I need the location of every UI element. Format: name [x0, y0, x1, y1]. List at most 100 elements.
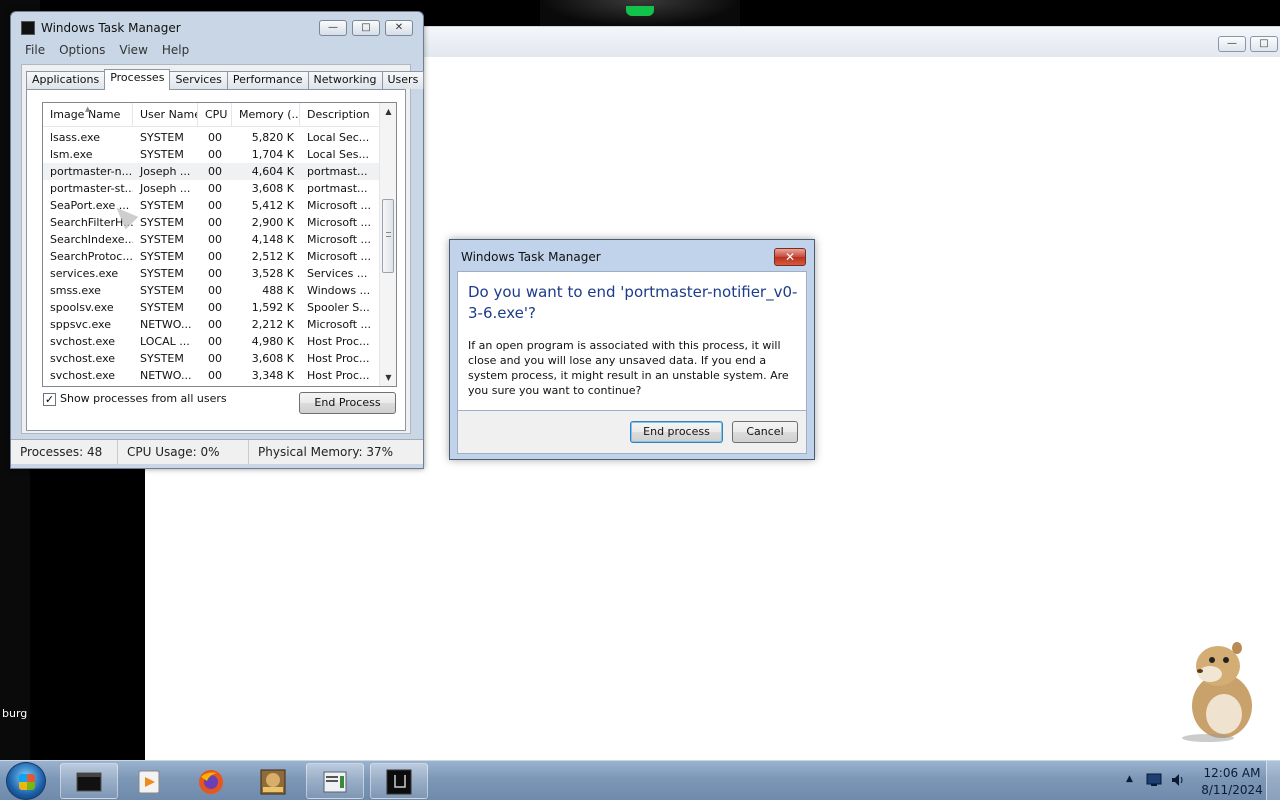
hamster-gadget-icon[interactable]: [1178, 636, 1262, 742]
process-row[interactable]: svchost.exe NETWO... 00 3,348 K Host Proc...: [43, 367, 381, 384]
process-memory: 2,212 K: [251, 318, 294, 331]
taskbar-box-app-button[interactable]: [244, 763, 302, 799]
box-app-icon: [260, 769, 286, 795]
process-user-name: SYSTEM: [140, 131, 184, 144]
process-row[interactable]: lsass.exe SYSTEM 00 5,820 K Local Sec...: [43, 129, 381, 146]
close-icon: ✕: [784, 250, 796, 264]
tab-performance[interactable]: Performance: [226, 71, 309, 89]
process-description: Host Proc...: [307, 352, 370, 365]
cancel-button[interactable]: Cancel: [732, 421, 798, 443]
process-cpu: 00: [208, 216, 222, 229]
show-all-users-label[interactable]: Show processes from all users: [60, 392, 227, 405]
processes-panel: ▲ Image Name User Name CPU Memory (... De…: [26, 89, 406, 431]
tab-processes[interactable]: Processes: [104, 69, 171, 90]
process-cpu: 00: [208, 301, 222, 314]
clock-date[interactable]: 8/11/2024: [1192, 783, 1272, 797]
process-row[interactable]: services.exe SYSTEM 00 3,528 K Services ...: [43, 265, 381, 282]
process-image-name: svchost.exe: [50, 352, 116, 365]
minimize-button[interactable]: —: [319, 20, 347, 36]
show-all-users-checkbox[interactable]: ✓: [43, 393, 56, 406]
process-image-name: SearchProtoc...: [50, 250, 133, 263]
taskbar-media-player-button[interactable]: [120, 763, 178, 799]
process-image-name: smss.exe: [50, 284, 101, 297]
status-processes: Processes: 48: [11, 440, 118, 465]
process-description: Microsoft ...: [307, 216, 372, 229]
minimize-icon: —: [1227, 38, 1237, 49]
process-row[interactable]: portmaster-n... Joseph ... 00 4,604 K portma…: [43, 163, 381, 180]
confirm-end-process-button[interactable]: End process: [630, 421, 723, 443]
process-description: Microsoft ...: [307, 199, 372, 212]
dialog-close-button[interactable]: ✕: [774, 248, 806, 266]
menu-help[interactable]: Help: [162, 43, 195, 59]
menu-view[interactable]: View: [119, 43, 153, 59]
process-memory: 4,980 K: [251, 335, 294, 348]
process-row[interactable]: sppsvc.exe NETWO... 00 2,212 K Microsoft ...: [43, 316, 381, 333]
close-icon: ✕: [394, 22, 404, 33]
tab-users[interactable]: Users: [381, 71, 425, 89]
process-memory: 488 K: [262, 284, 294, 297]
system-tray: ▲ 12:06 AM 8/11/2024: [1120, 761, 1280, 800]
process-description: Microsoft ...: [307, 233, 372, 246]
desktop-icon-label[interactable]: burg: [2, 707, 27, 720]
background-dark-region: [30, 460, 145, 760]
scroll-up-icon[interactable]: ▲: [384, 107, 393, 116]
process-row[interactable]: lsm.exe SYSTEM 00 1,704 K Local Ses...: [43, 146, 381, 163]
process-user-name: SYSTEM: [140, 216, 184, 229]
column-user-name[interactable]: User Name: [133, 103, 198, 127]
process-memory: 2,512 K: [251, 250, 294, 263]
maximize-icon: □: [361, 22, 371, 33]
process-row[interactable]: svchost.exe LOCAL ... 00 4,980 K Host Proc..…: [43, 333, 381, 350]
scrollbar-thumb[interactable]: [382, 199, 394, 273]
close-button[interactable]: ✕: [385, 20, 413, 36]
process-user-name: SYSTEM: [140, 233, 184, 246]
start-button[interactable]: [6, 762, 46, 800]
network-icon[interactable]: [1146, 773, 1162, 787]
taskbar-console-button[interactable]: [370, 763, 428, 799]
end-process-button[interactable]: End Process: [299, 392, 396, 414]
status-physical-memory: Physical Memory: 37%: [258, 445, 394, 459]
taskbar-firefox-button[interactable]: [182, 763, 240, 799]
column-memory[interactable]: Memory (...: [232, 103, 300, 127]
tab-networking[interactable]: Networking: [307, 71, 383, 89]
scroll-down-icon[interactable]: ▼: [384, 373, 393, 382]
dialog-message: If an open program is associated with th…: [468, 339, 789, 397]
clock-time[interactable]: 12:06 AM: [1192, 766, 1272, 780]
process-memory: 5,412 K: [251, 199, 294, 212]
process-row[interactable]: smss.exe SYSTEM 00 488 K Windows ...: [43, 282, 381, 299]
tab-services[interactable]: Services: [169, 71, 228, 89]
process-row[interactable]: svchost.exe SYSTEM 00 3,608 K Host Proc...: [43, 350, 381, 367]
process-description: Microsoft ...: [307, 250, 372, 263]
tab-applications[interactable]: Applications: [26, 71, 106, 89]
window-title: Windows Task Manager: [41, 21, 181, 35]
column-description[interactable]: Description: [300, 103, 381, 127]
process-cpu: 00: [208, 182, 222, 195]
bg-maximize-button[interactable]: □: [1250, 36, 1278, 52]
process-row[interactable]: SearchProtoc... SYSTEM 00 2,512 K Microsoft …: [43, 248, 381, 265]
process-list-header: ▲ Image Name User Name CPU Memory (... De…: [43, 103, 381, 127]
speaker-icon[interactable]: [1170, 772, 1186, 788]
process-row[interactable]: SearchFilterH... SYSTEM 00 2,900 K Microsoft…: [43, 214, 381, 231]
process-row[interactable]: portmaster-st... Joseph ... 00 3,608 K portm…: [43, 180, 381, 197]
taskbar-task-manager-button[interactable]: [306, 763, 364, 799]
process-description: Microsoft ...: [307, 318, 372, 331]
column-image-name[interactable]: ▲ Image Name: [43, 103, 133, 127]
process-row[interactable]: SearchIndexe... SYSTEM 00 4,148 K Microsoft …: [43, 231, 381, 248]
maximize-button[interactable]: □: [352, 20, 380, 36]
maximize-icon: □: [1259, 38, 1269, 49]
taskbar-terminal-button[interactable]: [60, 763, 118, 799]
process-cpu: 00: [208, 335, 222, 348]
vertical-scrollbar[interactable]: ▲ ▼: [379, 103, 396, 386]
show-hidden-icons-icon[interactable]: ▲: [1126, 774, 1133, 784]
menu-options[interactable]: Options: [59, 43, 111, 59]
process-list[interactable]: ▲ Image Name User Name CPU Memory (... De…: [42, 102, 397, 387]
tab-strip: Applications Processes Services Performa…: [26, 69, 425, 90]
column-cpu[interactable]: CPU: [198, 103, 232, 127]
process-memory: 3,608 K: [251, 182, 294, 195]
show-desktop-button[interactable]: [1266, 761, 1280, 800]
windows-logo-icon: [19, 774, 35, 790]
task-manager-window: Windows Task Manager — □ ✕ File Options …: [10, 11, 425, 469]
process-row[interactable]: SeaPort.exe ... SYSTEM 00 5,412 K Microsoft …: [43, 197, 381, 214]
process-row[interactable]: spoolsv.exe SYSTEM 00 1,592 K Spooler S...: [43, 299, 381, 316]
bg-minimize-button[interactable]: —: [1218, 36, 1246, 52]
menu-file[interactable]: File: [25, 43, 51, 59]
